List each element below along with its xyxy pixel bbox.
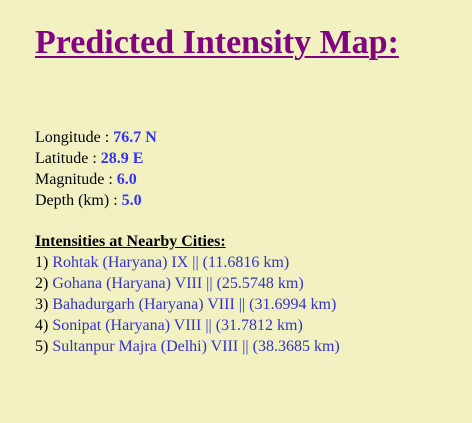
depth-value: 5.0 bbox=[121, 192, 142, 209]
city-index: 3) bbox=[35, 296, 53, 313]
longitude-label: Longitude : bbox=[35, 129, 114, 146]
depth-label: Depth (km) : bbox=[35, 192, 122, 209]
magnitude-label: Magnitude : bbox=[35, 171, 117, 188]
city-index: 4) bbox=[35, 317, 53, 334]
city-index: 5) bbox=[35, 338, 53, 355]
city-link-bahadurgarh[interactable]: Bahadurgarh (Haryana) VIII || (31.6994 k… bbox=[52, 296, 336, 313]
city-link-sultanpur-majra[interactable]: Sultanpur Majra (Delhi) VIII || (38.3685… bbox=[52, 338, 339, 355]
city-link-sonipat[interactable]: Sonipat (Haryana) VIII || (31.7812 km) bbox=[52, 317, 303, 334]
earthquake-details: Longitude : 76.7 N Latitude : 28.9 E Mag… bbox=[35, 127, 157, 211]
magnitude-value: 6.0 bbox=[116, 171, 137, 188]
city-index: 1) bbox=[35, 254, 53, 271]
magnitude-row: Magnitude : 6.0 bbox=[35, 169, 157, 190]
page-title: Predicted Intensity Map: bbox=[35, 24, 399, 61]
city-list-item: 1) Rohtak (Haryana) IX || (11.6816 km) bbox=[35, 252, 340, 273]
latitude-row: Latitude : 28.9 E bbox=[35, 148, 157, 169]
longitude-value: 76.7 N bbox=[113, 129, 157, 146]
city-link-rohtak[interactable]: Rohtak (Haryana) IX || (11.6816 km) bbox=[52, 254, 289, 271]
city-list-item: 4) Sonipat (Haryana) VIII || (31.7812 km… bbox=[35, 315, 340, 336]
city-link-gohana[interactable]: Gohana (Haryana) VIII || (25.5748 km) bbox=[52, 275, 303, 292]
latitude-value: 28.9 E bbox=[100, 150, 144, 167]
depth-row: Depth (km) : 5.0 bbox=[35, 190, 157, 211]
city-list-item: 3) Bahadurgarh (Haryana) VIII || (31.699… bbox=[35, 294, 340, 315]
longitude-row: Longitude : 76.7 N bbox=[35, 127, 157, 148]
nearby-cities-section: Intensities at Nearby Cities: 1) Rohtak … bbox=[35, 231, 340, 357]
city-list-item: 5) Sultanpur Majra (Delhi) VIII || (38.3… bbox=[35, 336, 340, 357]
city-list-item: 2) Gohana (Haryana) VIII || (25.5748 km) bbox=[35, 273, 340, 294]
nearby-cities-heading: Intensities at Nearby Cities: bbox=[35, 233, 226, 250]
city-index: 2) bbox=[35, 275, 53, 292]
latitude-label: Latitude : bbox=[35, 150, 101, 167]
